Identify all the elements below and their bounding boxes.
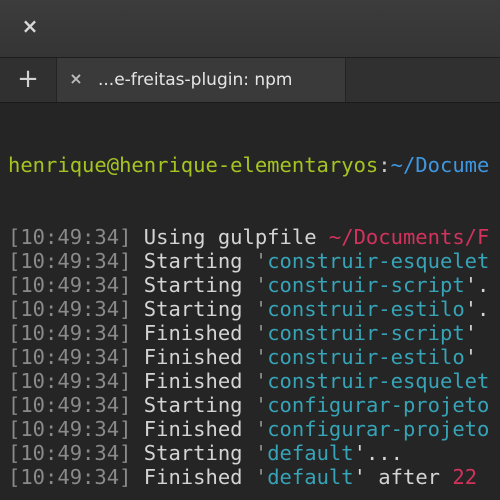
log-timestamp: [10:49:34] xyxy=(8,369,132,393)
task-name: construir-script xyxy=(267,321,465,345)
terminal-window: × + × ...e-freitas-plugin: npm henrique@… xyxy=(0,0,500,500)
log-timestamp: [10:49:34] xyxy=(8,321,132,345)
log-action: Starting xyxy=(143,273,243,297)
task-name: construir-estilo xyxy=(267,345,465,369)
task-quote: ' xyxy=(254,369,268,393)
log-timestamp: [10:49:34] xyxy=(8,417,132,441)
task-quote: ' xyxy=(254,297,268,321)
log-tail: ' xyxy=(464,345,478,369)
log-tail: '. xyxy=(464,273,490,297)
prompt-separator: : xyxy=(378,153,391,177)
log-line: [10:49:34] Finished 'construir-estilo' xyxy=(8,345,500,369)
log-tail: '. xyxy=(464,297,490,321)
log-action: Starting xyxy=(143,441,243,465)
window-close-icon[interactable]: × xyxy=(18,14,42,38)
log-action: Starting xyxy=(143,249,243,273)
task-name: construir-estilo xyxy=(267,297,465,321)
terminal-text: henrique@henrique-elementaryos:~/Docume … xyxy=(8,105,500,489)
log-tail: ' after xyxy=(353,465,441,489)
log-action: Finished xyxy=(143,465,243,489)
log-timestamp: [10:49:34] xyxy=(8,441,132,465)
log-tail: '... xyxy=(353,441,403,465)
task-name: construir-esquelet xyxy=(267,369,490,393)
log-action: Finished xyxy=(143,369,243,393)
duration-value: 22 xyxy=(452,465,478,489)
log-action: Starting xyxy=(143,297,243,321)
tab-npm[interactable]: × ...e-freitas-plugin: npm xyxy=(57,58,346,102)
gulpfile-path: ~/Documents/F xyxy=(328,225,490,249)
prompt-user-host: henrique@henrique-elementaryos xyxy=(8,153,379,177)
task-quote: ' xyxy=(254,441,268,465)
task-quote: ' xyxy=(254,249,268,273)
log-tail: ' xyxy=(464,321,478,345)
log-timestamp: [10:49:34] xyxy=(8,249,132,273)
log-timestamp: [10:49:34] xyxy=(8,345,132,369)
task-name: default xyxy=(267,441,354,465)
task-name: construir-script xyxy=(267,273,465,297)
tab-bar: + × ...e-freitas-plugin: npm xyxy=(0,58,500,103)
terminal-output[interactable]: henrique@henrique-elementaryos:~/Docume … xyxy=(0,103,500,500)
task-quote: ' xyxy=(254,393,268,417)
task-quote: ' xyxy=(254,417,268,441)
title-bar: × xyxy=(0,0,500,58)
log-timestamp: [10:49:34] xyxy=(8,465,132,489)
tab-close-icon[interactable]: × xyxy=(66,68,86,90)
log-action: Starting xyxy=(143,393,243,417)
log-line: [10:49:34] Starting 'construir-esquelet xyxy=(8,249,500,273)
log-timestamp: [10:49:34] xyxy=(8,225,132,249)
new-tab-button[interactable]: + xyxy=(0,58,57,102)
log-action: Finished xyxy=(143,345,243,369)
task-name: default xyxy=(267,465,354,489)
task-name: configurar-projeto xyxy=(267,417,490,441)
log-timestamp: [10:49:34] xyxy=(8,273,132,297)
log-line: [10:49:34] Using gulpfile ~/Documents/F xyxy=(8,225,500,249)
tab-label: ...e-freitas-plugin: npm xyxy=(98,70,293,90)
prompt-path: ~/Docume xyxy=(390,153,490,177)
log-line: [10:49:34] Finished 'construir-esquelet xyxy=(8,369,500,393)
prompt-line: henrique@henrique-elementaryos:~/Docume xyxy=(8,153,500,177)
log-line: [10:49:34] Finished 'construir-script' xyxy=(8,321,500,345)
task-quote: ' xyxy=(254,345,268,369)
log-line: [10:49:34] Finished 'configurar-projeto xyxy=(8,417,500,441)
task-name: construir-esquelet xyxy=(267,249,490,273)
log-line: [10:49:34] Finished 'default' after 22 xyxy=(8,465,500,489)
log-timestamp: [10:49:34] xyxy=(8,297,132,321)
task-name: configurar-projeto xyxy=(267,393,490,417)
log-line: [10:49:34] Starting 'construir-script'. xyxy=(8,273,500,297)
log-action: Finished xyxy=(143,417,243,441)
log-action: Using gulpfile xyxy=(143,225,317,249)
log-line: [10:49:34] Starting 'default'... xyxy=(8,441,500,465)
task-quote: ' xyxy=(254,273,268,297)
log-line: [10:49:34] Starting 'construir-estilo'. xyxy=(8,297,500,321)
task-quote: ' xyxy=(254,465,268,489)
log-line: [10:49:34] Starting 'configurar-projeto xyxy=(8,393,500,417)
log-action: Finished xyxy=(143,321,243,345)
task-quote: ' xyxy=(254,321,268,345)
log-timestamp: [10:49:34] xyxy=(8,393,132,417)
